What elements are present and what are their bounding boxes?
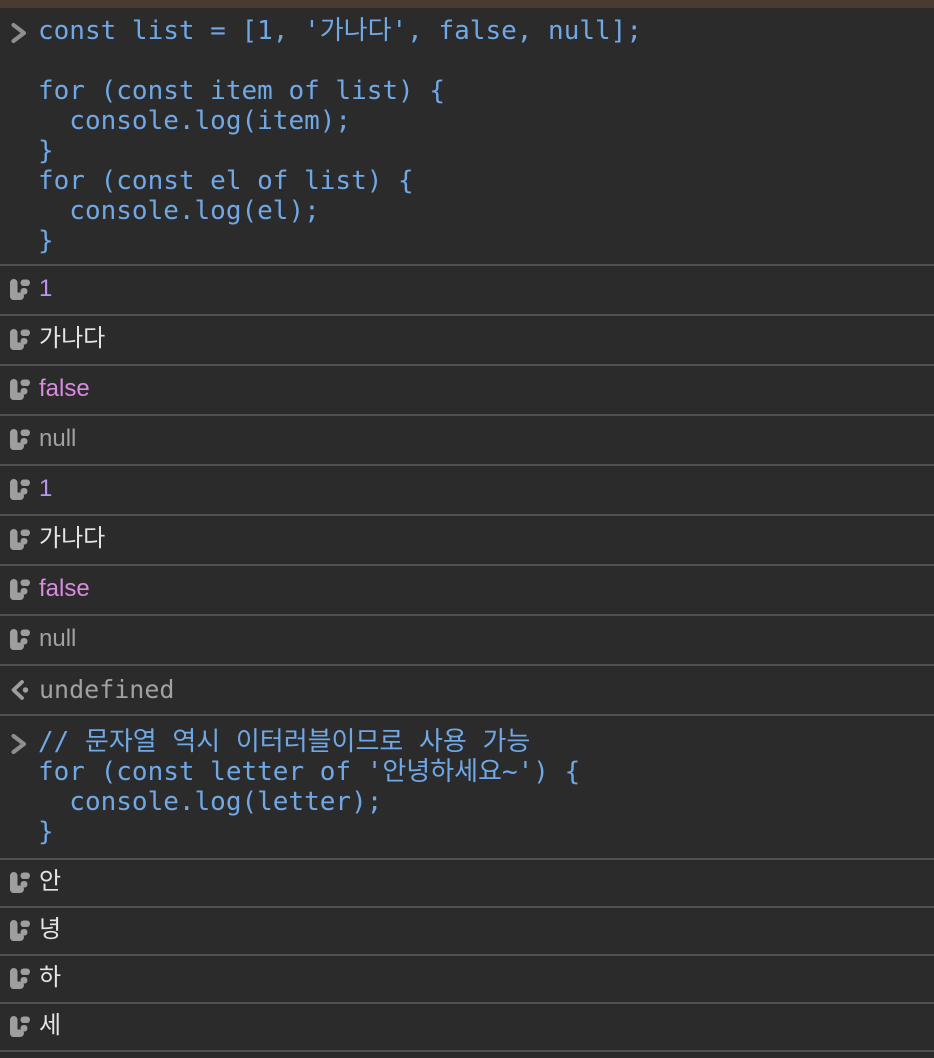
console-log-row[interactable]: null: [0, 614, 934, 664]
console-log-icon: [10, 329, 30, 350]
console-input-entry[interactable]: // 문자열 역시 이터러블이므로 사용 가능 for (const lette…: [0, 714, 934, 858]
log-value-string: 가나다: [39, 525, 106, 552]
code-line: console.log(el);: [38, 196, 320, 226]
code-line: console.log(letter);: [38, 787, 383, 817]
web-inspector-console: const list = [1, '가나다', false, null]; fo…: [0, 0, 934, 1058]
console-log-icon: [10, 920, 30, 941]
console-log-row[interactable]: 하: [0, 954, 934, 1002]
log-value-string: 가나다: [39, 325, 106, 352]
log-value-boolean: false: [39, 575, 90, 602]
console-log-row[interactable]: 가나다: [0, 314, 934, 364]
console-log-row[interactable]: 녕: [0, 906, 934, 954]
chevron-right-icon: [7, 21, 31, 45]
console-log-icon: [10, 479, 30, 500]
console-log-icon: [10, 872, 30, 893]
console-log-row-clipped[interactable]: [0, 1050, 934, 1058]
console-log-icon: [10, 279, 30, 300]
log-value-null: null: [39, 425, 77, 452]
console-log-row[interactable]: 안: [0, 858, 934, 906]
code-line: for (const el of list) {: [38, 166, 414, 196]
log-value-string: 안: [39, 868, 62, 895]
log-value-string: 하: [39, 964, 62, 991]
console-log-row[interactable]: false: [0, 564, 934, 614]
code-line: }: [38, 817, 54, 847]
console-input-entry[interactable]: const list = [1, '가나다', false, null]; fo…: [0, 8, 934, 264]
console-log-icon: [10, 379, 30, 400]
code-line: for (const item of list) {: [38, 76, 445, 106]
return-value-arrow-icon: [11, 680, 31, 700]
console-log-icon: [10, 629, 30, 650]
console-log-icon: [10, 968, 30, 989]
code-line: console.log(item);: [38, 106, 352, 136]
console-log-row[interactable]: 1: [0, 464, 934, 514]
console-log-row[interactable]: 1: [0, 264, 934, 314]
log-value-number: 1: [39, 475, 53, 502]
code-line: const list = [1, '가나다', false, null];: [38, 16, 642, 46]
log-value-null: null: [39, 625, 77, 652]
log-value-boolean: false: [39, 375, 90, 402]
console-log-icon: [10, 429, 30, 450]
console-top-strip: [0, 0, 934, 8]
log-value-string: 세: [39, 1012, 62, 1039]
console-result-row[interactable]: undefined: [0, 664, 934, 714]
console-log-icon: [10, 579, 30, 600]
code-line: for (const letter of '안녕하세요~') {: [38, 757, 581, 787]
console-log-row[interactable]: false: [0, 364, 934, 414]
code-line: }: [38, 226, 54, 256]
console-log-icon: [10, 529, 30, 550]
console-log-row[interactable]: null: [0, 414, 934, 464]
result-value-undefined: undefined: [39, 674, 175, 704]
chevron-right-icon: [7, 732, 31, 756]
code-line: // 문자열 역시 이터러블이므로 사용 가능: [38, 727, 531, 757]
console-log-row[interactable]: 세: [0, 1002, 934, 1050]
log-value-number: 1: [39, 275, 53, 302]
console-log-row[interactable]: 가나다: [0, 514, 934, 564]
log-value-string: 녕: [39, 916, 62, 943]
code-line: }: [38, 136, 54, 166]
console-log-icon: [10, 1016, 30, 1037]
